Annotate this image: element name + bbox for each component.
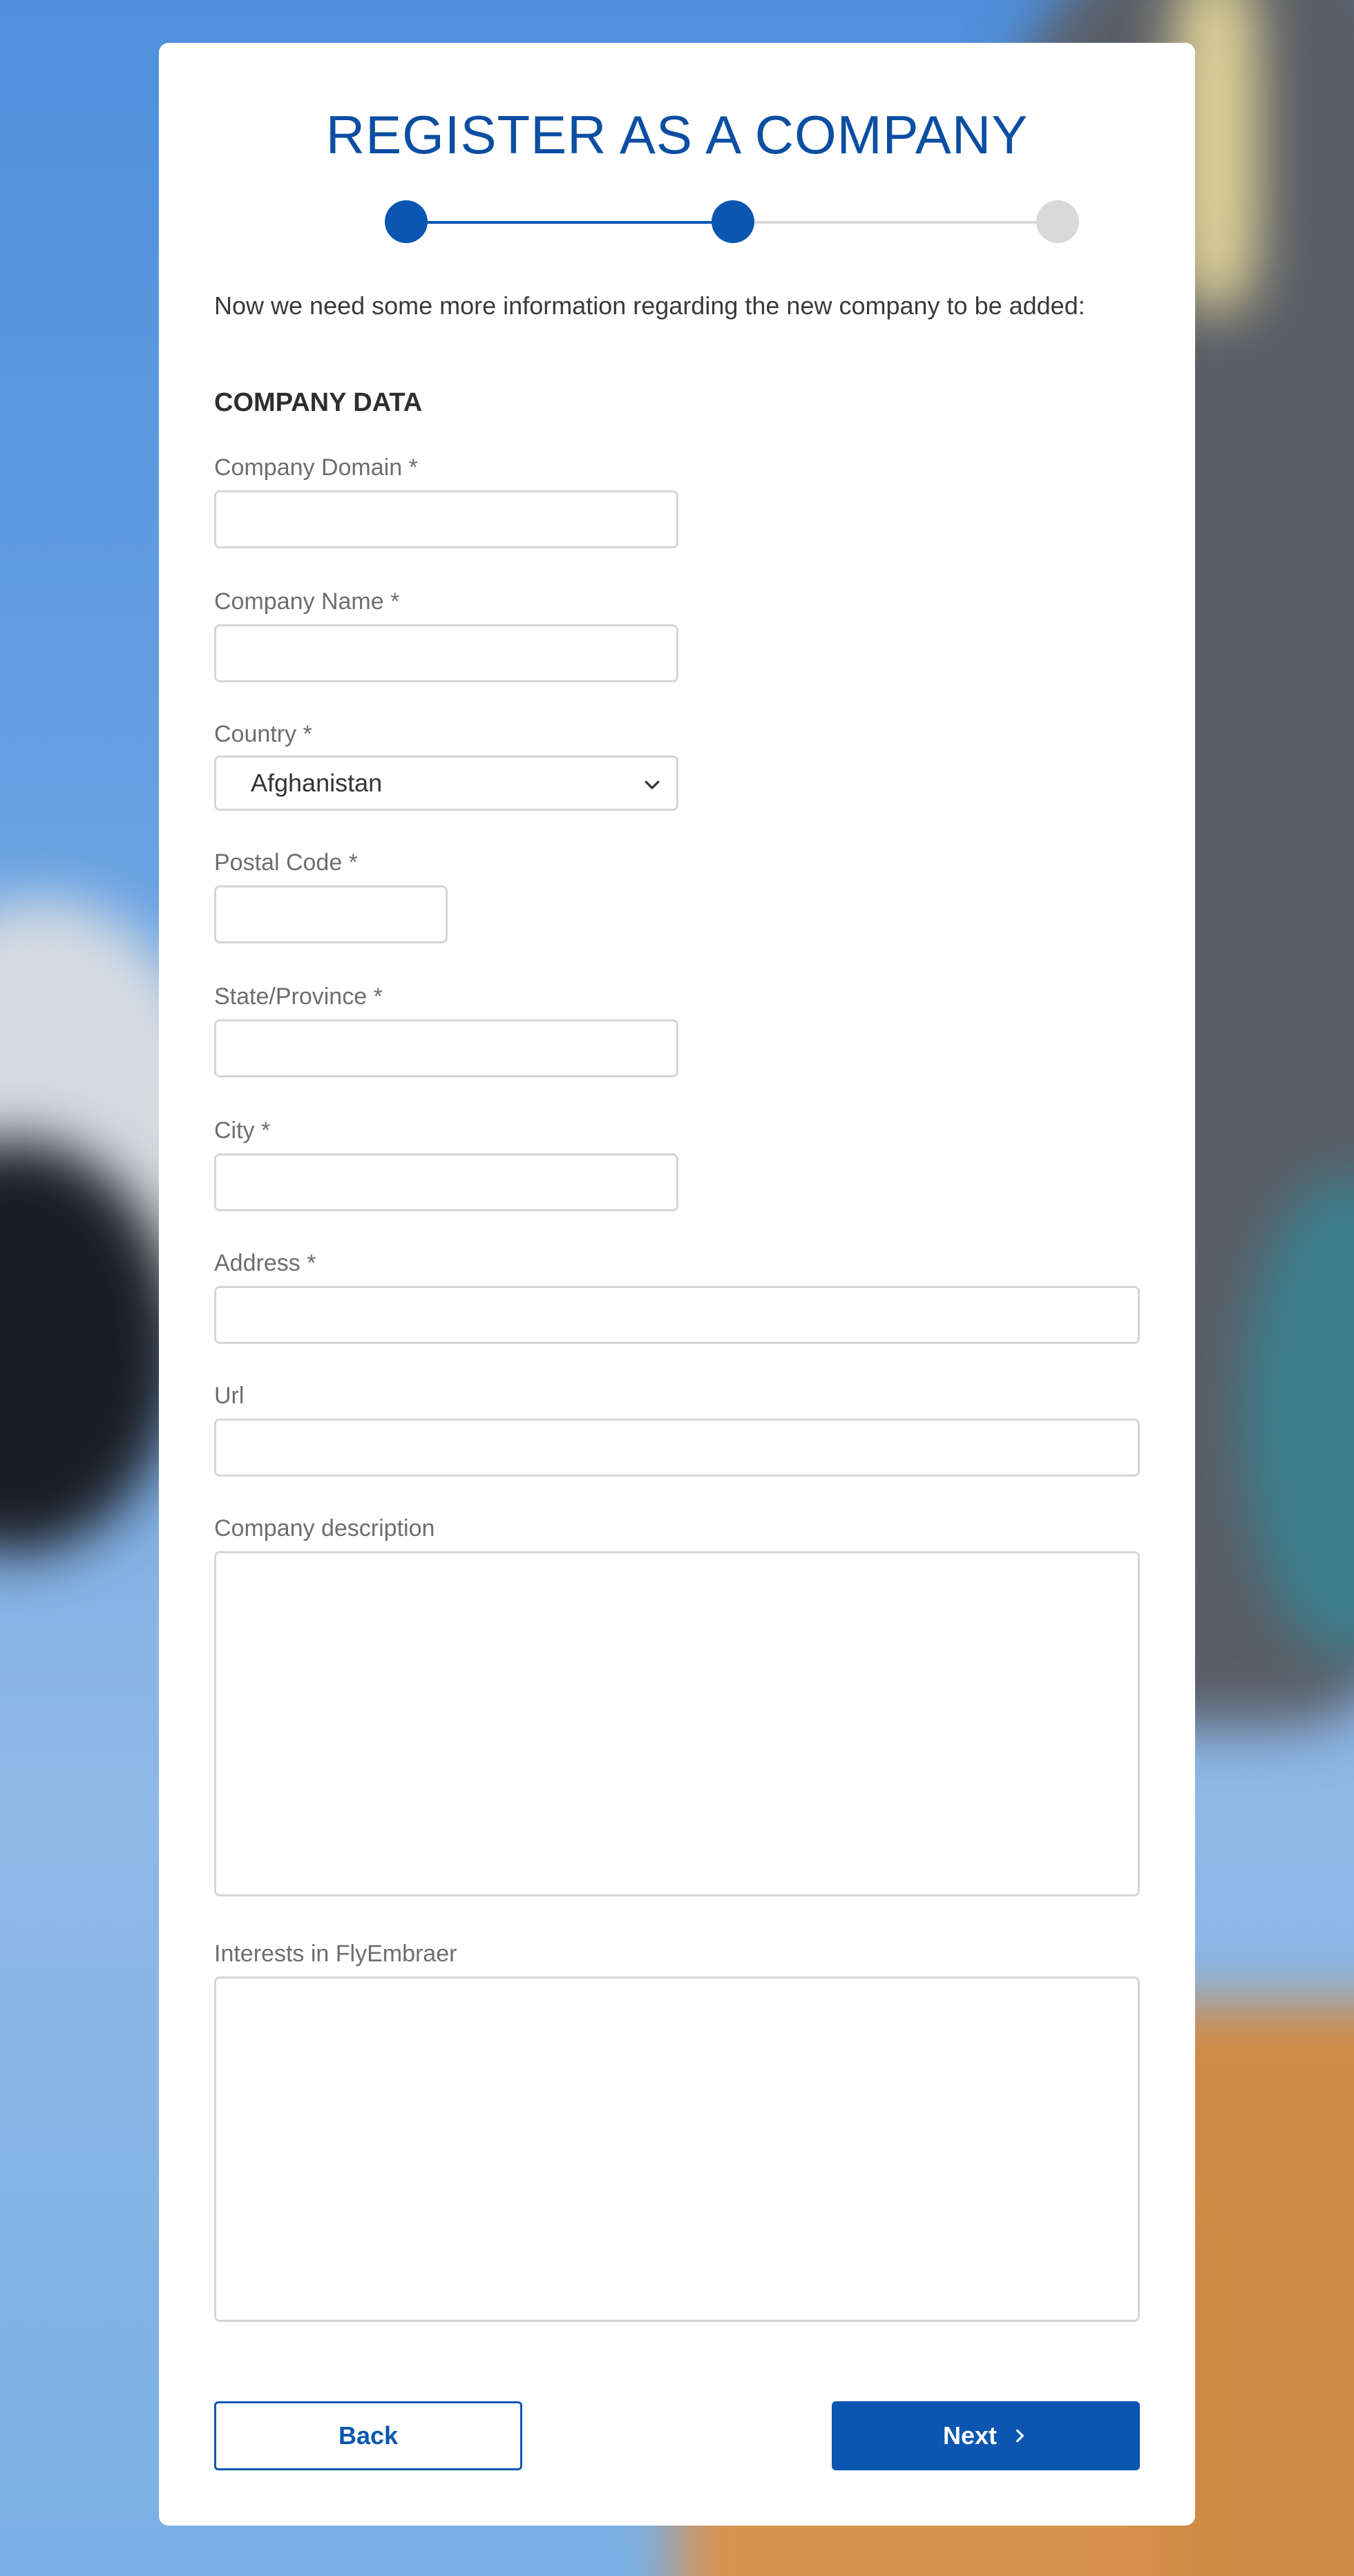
url-input[interactable] (214, 1419, 1140, 1477)
postal-code-field: Postal Code * (214, 848, 1140, 943)
step-1-dot (385, 200, 428, 243)
stepper-line-pending (712, 221, 1038, 224)
state-label: State/Province * (214, 983, 383, 1010)
next-button-label: Next (942, 2421, 998, 2450)
city-input[interactable] (214, 1153, 678, 1211)
state-input[interactable] (214, 1019, 678, 1077)
chevron-down-icon (645, 780, 660, 789)
address-input[interactable] (214, 1286, 1140, 1344)
city-label: City * (214, 1117, 271, 1144)
company-domain-input[interactable] (214, 490, 678, 548)
country-label: Country * (214, 721, 312, 747)
back-button-label: Back (338, 2421, 399, 2450)
company-name-label: Company Name * (214, 588, 400, 615)
stepper-line-completed (385, 221, 712, 224)
step-2-dot (712, 200, 754, 243)
interests-field: Interests in FlyEmbraer (214, 1939, 1140, 2322)
address-field: Address * (214, 1249, 1140, 1344)
chevron-right-icon (1016, 2429, 1024, 2443)
interests-label: Interests in FlyEmbraer (214, 1941, 457, 1967)
country-select-value: Afghanistan (251, 769, 383, 797)
back-button[interactable]: Back (214, 2401, 522, 2470)
page-title: REGISTER AS A COMPANY (325, 104, 1029, 165)
company-domain-label: Company Domain * (214, 454, 418, 481)
step-3-dot (1036, 200, 1079, 243)
form-actions: Back Next (214, 2401, 1140, 2470)
postal-code-input[interactable] (214, 885, 448, 943)
url-label: Url (214, 1383, 245, 1409)
postal-code-label: Postal Code * (214, 849, 358, 876)
company-name-input[interactable] (214, 624, 678, 682)
company-domain-field: Company Domain * (214, 453, 1140, 548)
state-field: State/Province * (214, 982, 1140, 1077)
description-textarea[interactable] (214, 1551, 1140, 1896)
registration-card: REGISTER AS A COMPANY Now we need some m… (159, 43, 1195, 2526)
next-button[interactable]: Next (832, 2401, 1140, 2470)
description-field: Company description (214, 1514, 1140, 1896)
section-title: COMPANY DATA (214, 388, 423, 417)
country-field: Country * Afghanistan (214, 720, 1140, 811)
country-select[interactable]: Afghanistan (214, 756, 678, 811)
interests-textarea[interactable] (214, 1977, 1140, 2322)
address-label: Address * (214, 1250, 316, 1276)
url-field: Url (214, 1381, 1140, 1477)
intro-text: Now we need some more information regard… (214, 291, 1085, 320)
progress-stepper (214, 200, 1140, 244)
description-label: Company description (214, 1515, 435, 1541)
city-field: City * (214, 1116, 1140, 1211)
company-name-field: Company Name * (214, 587, 1140, 682)
